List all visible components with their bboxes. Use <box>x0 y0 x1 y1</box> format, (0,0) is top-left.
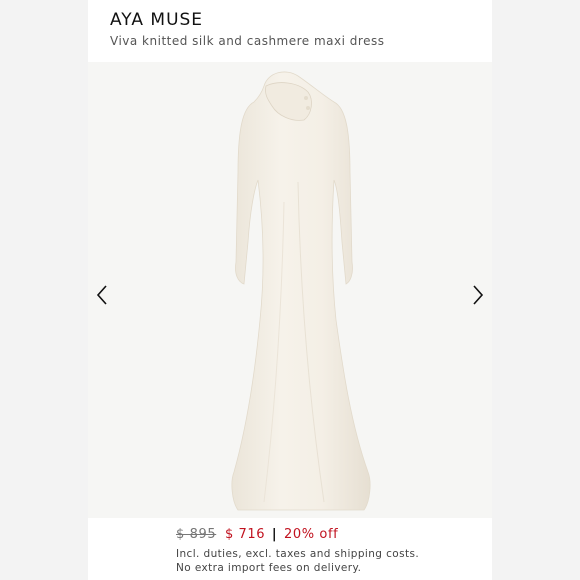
price-separator: | <box>271 527 278 542</box>
discount-label: 20% off <box>284 527 339 542</box>
chevron-left-icon <box>96 285 107 305</box>
product-card: AYA MUSE Viva knitted silk and cashmere … <box>88 0 492 580</box>
sale-price: $ 716 <box>224 527 266 542</box>
product-image-gallery[interactable] <box>88 62 492 518</box>
product-header: AYA MUSE Viva knitted silk and cashmere … <box>88 0 492 62</box>
previous-image-button[interactable] <box>90 280 114 310</box>
shipping-note-1: Incl. duties, excl. taxes and shipping c… <box>176 548 420 560</box>
dress-button-detail <box>306 106 310 110</box>
original-price: $ 895 <box>176 527 217 542</box>
brand-name[interactable]: AYA MUSE <box>110 10 203 30</box>
shipping-note-2: No extra import fees on delivery. <box>176 562 362 574</box>
price-line: $ 895 $ 716 | 20% off <box>176 527 338 542</box>
next-image-button[interactable] <box>466 280 490 310</box>
dress-body <box>231 71 371 511</box>
price-section: $ 895 $ 716 | 20% off Incl. duties, excl… <box>88 518 492 580</box>
chevron-right-icon <box>473 285 484 305</box>
dress-image[interactable] <box>88 62 492 518</box>
product-title[interactable]: Viva knitted silk and cashmere maxi dres… <box>110 34 384 48</box>
dress-button-detail <box>304 96 308 100</box>
